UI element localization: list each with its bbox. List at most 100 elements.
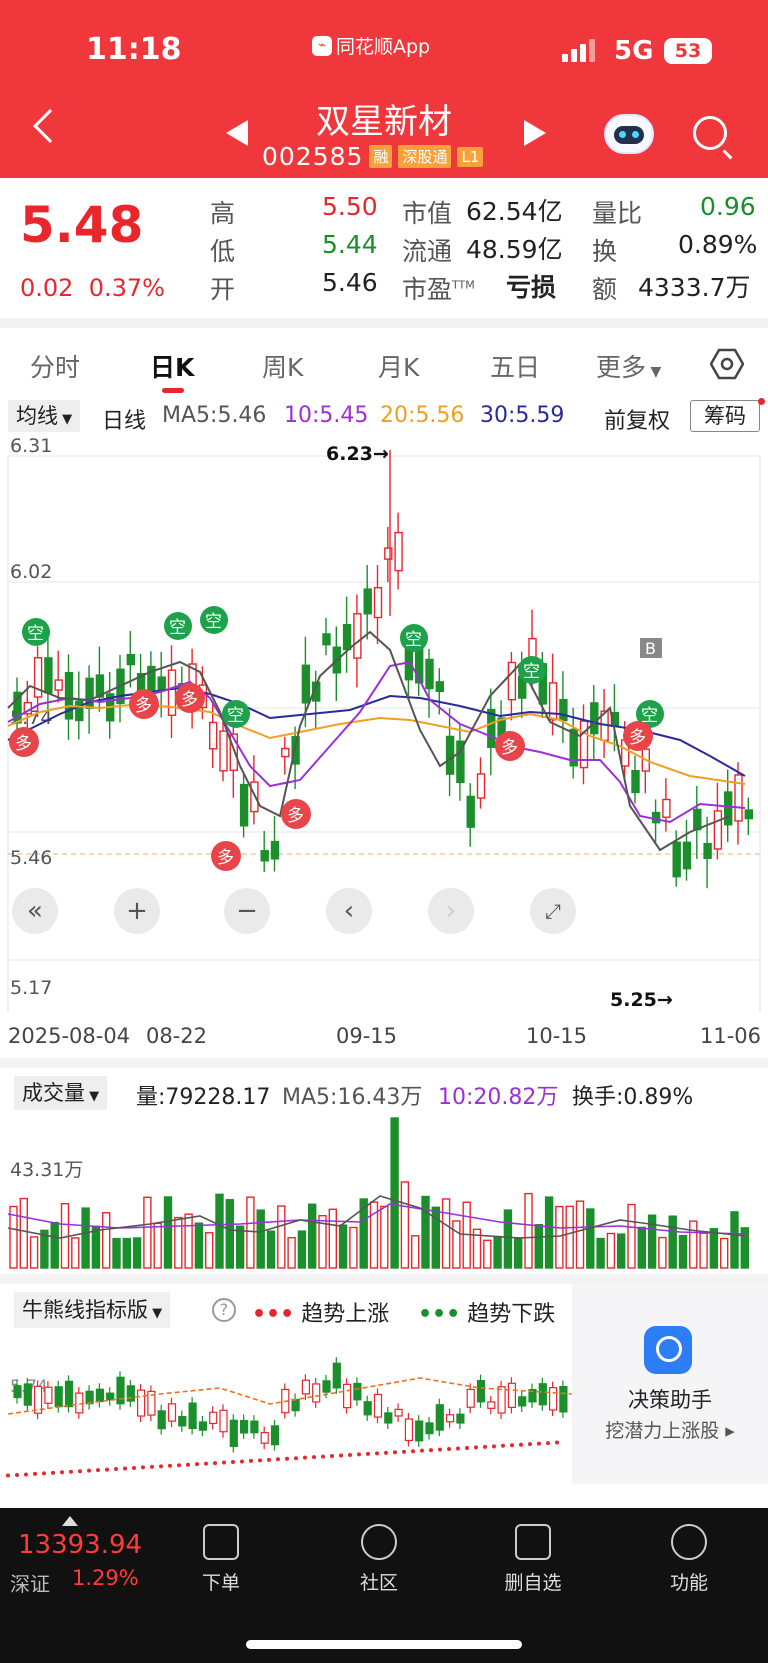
volume-bar [204, 1232, 214, 1269]
chips-button[interactable]: 筹码 [690, 400, 760, 432]
volume-bar [586, 1208, 595, 1269]
date-label-1: 08-22 [146, 1024, 208, 1048]
tag-connect[interactable]: 深股通 [398, 145, 452, 168]
candle-body [507, 661, 517, 701]
scroll-left-button[interactable]: ‹ [326, 888, 372, 934]
open-value: 5.46 [322, 268, 378, 297]
divider [0, 318, 768, 328]
bull-bear-chart[interactable]: 5.74 [0, 1328, 572, 1488]
bull-dot [384, 1450, 388, 1455]
nav-order[interactable]: 下单 [176, 1524, 266, 1595]
tab-monthly-k[interactable]: 月K [378, 348, 419, 384]
volume-bar [617, 1233, 626, 1269]
bull-candle-body [476, 1379, 486, 1403]
ma20-value: 20:5.56 [380, 403, 465, 428]
volume-bar [287, 1236, 296, 1269]
tab-intraday[interactable]: 分时 [30, 348, 80, 384]
fullscreen-icon[interactable]: ⤢ [530, 888, 576, 934]
bull-dot [312, 1455, 316, 1460]
kline-chart[interactable]: 6.31 6.02 5.74 5.46 5.17 6.23→ 5.25→ 空空空… [0, 436, 768, 1022]
signal-b-label: B [645, 639, 656, 658]
help-icon[interactable]: ? [212, 1298, 236, 1322]
tab-five-day[interactable]: 五日 [490, 348, 540, 384]
price-change: 0.02 0.37% [20, 274, 165, 302]
low-label: 低 [210, 237, 236, 266]
tag-margin[interactable]: 融 [369, 145, 393, 168]
tab-daily-k[interactable]: 日K [150, 348, 194, 384]
helper-title: 决策助手 [628, 1388, 712, 1412]
zoom-in-button[interactable]: + [114, 888, 160, 934]
volume-bar [29, 1236, 39, 1269]
open-label: 开 [210, 275, 236, 304]
settings-hex-icon[interactable] [710, 348, 744, 380]
volume-bar [153, 1222, 162, 1269]
stock-code-row: 002585 融 深股通 L1 [262, 142, 484, 171]
bull-dot [213, 1461, 217, 1466]
bull-dot [402, 1449, 406, 1454]
bull-dot [186, 1462, 190, 1467]
candle-body [476, 773, 486, 799]
decision-assistant-card[interactable]: 决策助手 挖潜力上涨股 ▸ [572, 1284, 768, 1484]
remove-icon [515, 1524, 551, 1560]
bull-dot [105, 1467, 109, 1472]
bull-dot [159, 1464, 163, 1469]
helper-subtitle: 挖潜力上涨股 ▸ [605, 1420, 735, 1442]
bull-dot [483, 1444, 487, 1449]
bull-dot [204, 1461, 208, 1466]
bull-bear-select[interactable]: 牛熊线指标版 ▼ [14, 1292, 171, 1328]
volume-bar [132, 1237, 142, 1269]
volume-bar [143, 1196, 152, 1269]
bull-dot [375, 1451, 379, 1456]
candle-body [394, 531, 403, 572]
prev-stock-icon[interactable] [226, 120, 248, 146]
status-time: 11:18 [86, 32, 182, 67]
volume-bar [730, 1211, 739, 1269]
candle-body [744, 809, 753, 820]
rewind-button[interactable]: « [12, 888, 58, 934]
volume-bar [627, 1203, 636, 1269]
volume-chart[interactable]: 43.31万 [0, 1112, 768, 1274]
bull-dot [51, 1470, 55, 1475]
volume-select[interactable]: 成交量 ▼ [14, 1076, 108, 1110]
scroll-right-button[interactable]: › [428, 888, 474, 934]
bull-candle-body [270, 1425, 280, 1446]
high-value: 5.50 [322, 192, 378, 221]
tab-underline [162, 388, 184, 393]
chevron-down-icon: ▼ [646, 364, 662, 380]
nav-remove-watchlist[interactable]: 删自选 [488, 1524, 578, 1595]
nav-functions[interactable]: 功能 [644, 1524, 734, 1595]
candle-body [208, 721, 218, 750]
divider [0, 1274, 768, 1284]
tab-more[interactable]: 更多 ▼ [596, 348, 661, 384]
vr-label: 量比 [592, 199, 643, 228]
bull-dot [438, 1447, 442, 1452]
adjust-label[interactable]: 前复权 [604, 403, 670, 435]
app-header: 11:18 ⌁ 同花顺App 5G 53 双星新材 002585 融 深股通 L1 [0, 0, 768, 178]
up-arrow-icon [62, 1516, 78, 1526]
search-icon[interactable] [693, 116, 727, 150]
bull-dot [537, 1441, 541, 1446]
bull-dot [276, 1457, 280, 1462]
volume-bar [689, 1220, 698, 1269]
tag-level[interactable]: L1 [457, 146, 484, 167]
nav-community[interactable]: 社区 [334, 1524, 424, 1595]
bull-candle-body [54, 1386, 63, 1408]
robot-assistant-icon[interactable] [604, 114, 654, 154]
turnover-label: 换 [592, 237, 618, 266]
bull-candle-body [250, 1420, 259, 1434]
bull-dot [294, 1456, 298, 1461]
bull-candle-body [178, 1415, 187, 1427]
candle-body [342, 623, 352, 651]
bull-dot [123, 1466, 127, 1471]
bull-dot [258, 1458, 262, 1463]
next-stock-icon[interactable] [524, 120, 546, 146]
index-value[interactable]: 13393.94 [18, 1530, 142, 1560]
indicator-select[interactable]: 均线 ▼ [8, 400, 81, 432]
volume-bar [235, 1225, 245, 1269]
volume-bar: 成交量 ▼ 量:79228.17 MA5:16.43万 10:20.82万 换手… [0, 1074, 768, 1114]
zoom-out-button[interactable]: − [224, 888, 270, 934]
bull-candle-body [126, 1385, 135, 1402]
bull-candles [13, 1357, 568, 1453]
tab-weekly-k[interactable]: 周K [262, 348, 303, 384]
volume-bar [596, 1237, 605, 1269]
